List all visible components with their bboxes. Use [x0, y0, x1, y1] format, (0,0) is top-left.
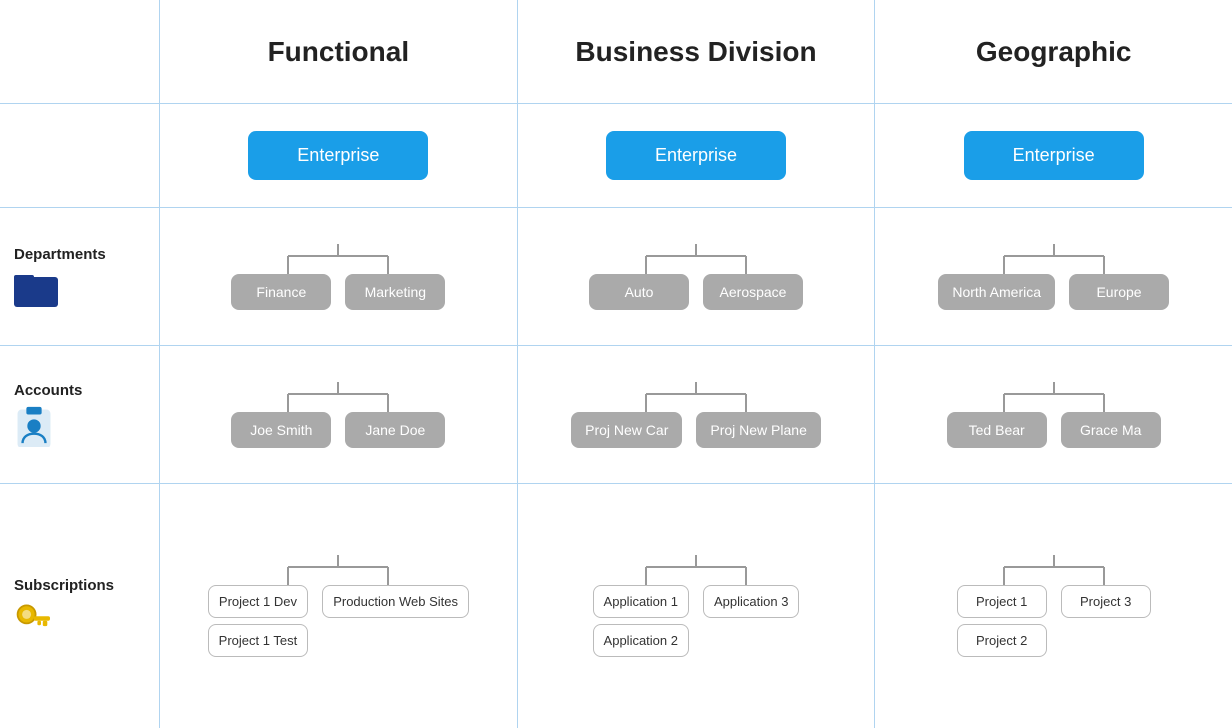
functional-dept-connector — [228, 244, 448, 274]
business-projnewplane-node[interactable]: Proj New Plane — [696, 412, 821, 448]
header-sidebar-spacer — [0, 0, 160, 103]
business-app2-node[interactable]: Application 2 — [593, 624, 689, 657]
departments-label: Departments — [14, 246, 106, 263]
sidebar-accounts: Accounts — [0, 346, 159, 484]
functional-prodwebsites-node[interactable]: Production Web Sites — [322, 585, 469, 618]
functional-janedoe-node[interactable]: Jane Doe — [345, 412, 445, 448]
header-business: Business Division — [518, 0, 876, 103]
sidebar-subscriptions: Subscriptions — [0, 484, 159, 728]
functional-proj1test-node[interactable]: Project 1 Test — [208, 624, 309, 657]
functional-accounts-row: Joe Smith Jane Doe — [160, 346, 517, 484]
header-functional: Functional — [160, 0, 518, 103]
geographic-gracema-node[interactable]: Grace Ma — [1061, 412, 1161, 448]
header-functional-title: Functional — [268, 36, 410, 68]
geographic-proj2-node[interactable]: Project 2 — [957, 624, 1047, 657]
functional-sub-right: Production Web Sites — [322, 585, 469, 618]
functional-sub-connector — [228, 555, 448, 585]
functional-column: Enterprise — [160, 104, 518, 728]
business-sub-nodes: Application 1 Application 2 Application … — [526, 585, 867, 657]
functional-enterprise-row: Enterprise — [160, 104, 517, 208]
business-accounts-connector — [586, 382, 806, 412]
business-app1-node[interactable]: Application 1 — [593, 585, 689, 618]
functional-dept-nodes: Finance Marketing — [168, 274, 509, 310]
business-app3-node[interactable]: Application 3 — [703, 585, 799, 618]
business-enterprise-node[interactable]: Enterprise — [606, 131, 786, 180]
subscriptions-label: Subscriptions — [14, 577, 114, 594]
columns-area: Enterprise — [160, 104, 1232, 728]
accounts-icon — [14, 405, 54, 447]
functional-joesmith-node[interactable]: Joe Smith — [231, 412, 331, 448]
business-dept-nodes: Auto Aerospace — [526, 274, 867, 310]
header-row: Functional Business Division Geographic — [0, 0, 1232, 104]
business-projnewcar-node[interactable]: Proj New Car — [571, 412, 682, 448]
folder-icon — [14, 269, 58, 307]
header-business-title: Business Division — [575, 36, 816, 68]
geographic-sub-nodes: Project 1 Project 2 Project 3 — [883, 585, 1224, 657]
business-enterprise-row: Enterprise — [518, 104, 875, 208]
geographic-enterprise-node[interactable]: Enterprise — [964, 131, 1144, 180]
business-accounts-row: Proj New Car Proj New Plane — [518, 346, 875, 484]
functional-subscriptions-row: Project 1 Dev Project 1 Test Production … — [160, 484, 517, 728]
business-column: Enterprise Auto Aerospace — [518, 104, 876, 728]
business-sub-left: Application 1 Application 2 — [593, 585, 689, 657]
sidebar: Departments Accounts S — [0, 104, 160, 728]
geographic-accounts-connector — [944, 382, 1164, 412]
business-auto-node[interactable]: Auto — [589, 274, 689, 310]
functional-proj1dev-node[interactable]: Project 1 Dev — [208, 585, 308, 618]
functional-enterprise-node[interactable]: Enterprise — [248, 131, 428, 180]
sidebar-enterprise-spacer — [0, 104, 159, 208]
content-area: Departments Accounts S — [0, 104, 1232, 728]
header-geographic-title: Geographic — [976, 36, 1132, 68]
geographic-accounts-nodes: Ted Bear Grace Ma — [883, 412, 1224, 448]
functional-dept-row: Finance Marketing — [160, 208, 517, 346]
accounts-label: Accounts — [14, 382, 82, 399]
functional-accounts-connector — [228, 382, 448, 412]
sidebar-departments: Departments — [0, 208, 159, 346]
functional-finance-node[interactable]: Finance — [231, 274, 331, 310]
functional-marketing-node[interactable]: Marketing — [345, 274, 445, 310]
business-sub-connector — [586, 555, 806, 585]
header-geographic: Geographic — [875, 0, 1232, 103]
geographic-europe-node[interactable]: Europe — [1069, 274, 1169, 310]
business-subscriptions-row: Application 1 Application 2 Application … — [518, 484, 875, 728]
functional-enterprise-tree: Enterprise — [248, 131, 428, 180]
geographic-enterprise-row: Enterprise — [875, 104, 1232, 208]
geographic-dept-row: North America Europe — [875, 208, 1232, 346]
geographic-dept-nodes: North America Europe — [883, 274, 1224, 310]
business-dept-connector — [586, 244, 806, 274]
business-dept-row: Auto Aerospace — [518, 208, 875, 346]
functional-sub-left: Project 1 Dev Project 1 Test — [208, 585, 309, 657]
geographic-column: Enterprise North America Europe — [875, 104, 1232, 728]
functional-sub-nodes: Project 1 Dev Project 1 Test Production … — [168, 585, 509, 657]
geographic-sub-right: Project 3 — [1061, 585, 1151, 618]
geographic-tedbear-node[interactable]: Ted Bear — [947, 412, 1047, 448]
geographic-subscriptions-row: Project 1 Project 2 Project 3 — [875, 484, 1232, 728]
geographic-proj3-node[interactable]: Project 3 — [1061, 585, 1151, 618]
geographic-northamerica-node[interactable]: North America — [938, 274, 1055, 310]
geographic-sub-connector — [944, 555, 1164, 585]
business-aerospace-node[interactable]: Aerospace — [703, 274, 803, 310]
geographic-accounts-row: Ted Bear Grace Ma — [875, 346, 1232, 484]
page: Functional Business Division Geographic … — [0, 0, 1232, 728]
geographic-proj1-node[interactable]: Project 1 — [957, 585, 1047, 618]
key-icon — [14, 600, 50, 636]
geographic-sub-left: Project 1 Project 2 — [957, 585, 1047, 657]
business-sub-right: Application 3 — [703, 585, 799, 618]
business-accounts-nodes: Proj New Car Proj New Plane — [526, 412, 867, 448]
functional-accounts-nodes: Joe Smith Jane Doe — [168, 412, 509, 448]
geographic-dept-connector — [944, 244, 1164, 274]
